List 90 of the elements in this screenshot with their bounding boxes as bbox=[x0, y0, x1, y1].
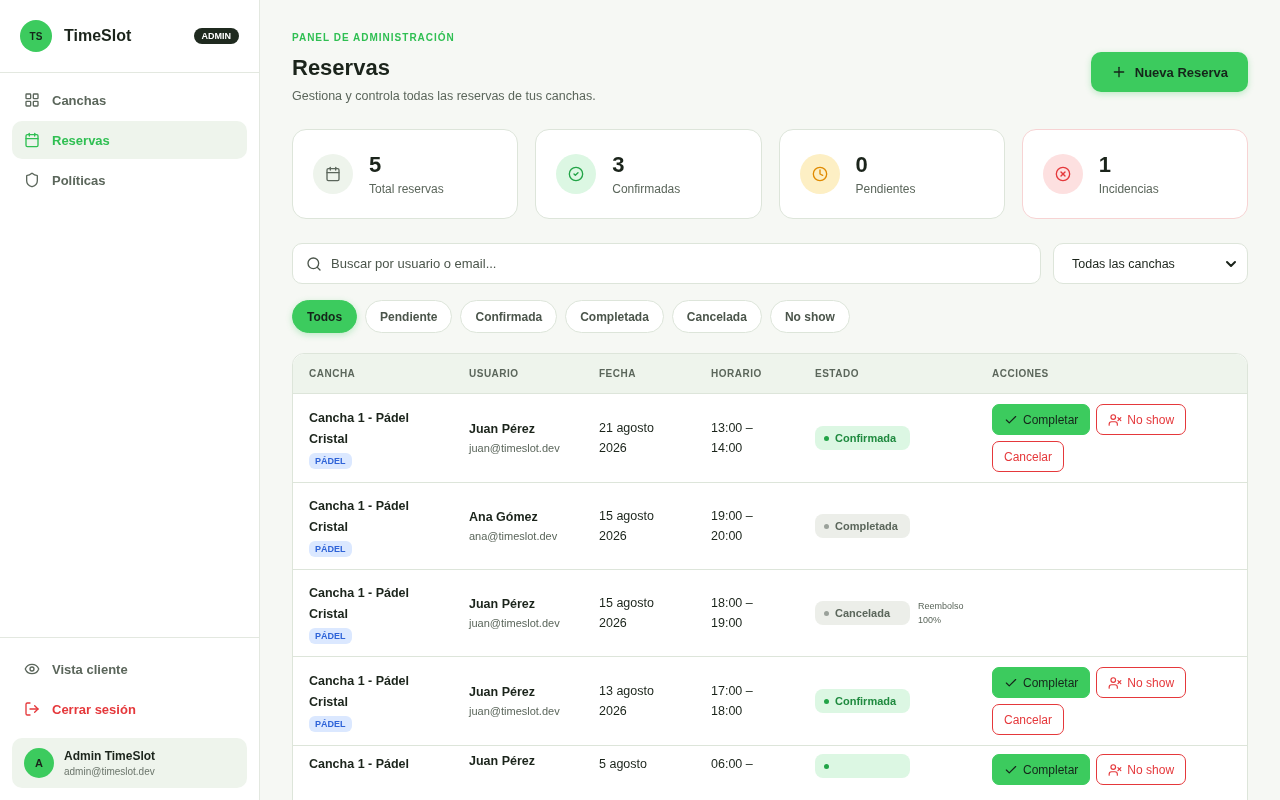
stat-label: Confirmadas bbox=[612, 182, 681, 196]
filter-chip[interactable]: Completada bbox=[565, 300, 664, 333]
logout-link[interactable]: Cerrar sesión bbox=[12, 690, 247, 728]
complete-button[interactable]: Completar bbox=[992, 404, 1091, 435]
calendar-icon bbox=[325, 166, 341, 182]
filter-chip[interactable]: Confirmada bbox=[460, 300, 558, 333]
user-name: Juan Pérez bbox=[469, 422, 536, 436]
booking-time: 13:00 – 14:00 bbox=[711, 420, 754, 457]
role-badge: ADMIN bbox=[193, 28, 239, 44]
court-name: Cancha 1 - Pádel Cristal bbox=[309, 672, 411, 711]
page-title: Reservas bbox=[292, 55, 391, 81]
user-email: admin@timeslot.dev bbox=[64, 766, 156, 777]
user-name: Admin TimeSlot bbox=[64, 749, 156, 763]
search-field[interactable]: Buscar por usuario o email... bbox=[292, 243, 1041, 284]
cancel-button[interactable]: Cancelar bbox=[992, 704, 1065, 735]
court-name: Cancha 1 - Pádel Cristal bbox=[309, 497, 411, 536]
court-name: Cancha 1 - Pádel bbox=[309, 756, 411, 773]
user-name: Juan Pérez bbox=[469, 685, 536, 699]
status-badge: Completada bbox=[815, 514, 910, 538]
filter-chip[interactable]: No show bbox=[769, 300, 850, 333]
user-name: Juan Pérez bbox=[469, 754, 536, 768]
stat-value: 5 bbox=[369, 152, 383, 178]
booking-date: 5 agosto bbox=[599, 756, 648, 773]
user-avatar: A bbox=[24, 748, 54, 778]
user-email: juan@timeslot.dev bbox=[469, 442, 561, 454]
court-name: Cancha 1 - Pádel Cristal bbox=[309, 584, 411, 623]
search-icon bbox=[306, 256, 322, 272]
x-circle-icon bbox=[1054, 166, 1071, 182]
booking-date: 21 agosto 2026 bbox=[599, 420, 655, 457]
stat-label: Pendientes bbox=[855, 182, 916, 196]
user-email: ana@timeslot.dev bbox=[469, 530, 559, 542]
sidebar-item[interactable]: Canchas bbox=[12, 81, 247, 119]
filter-chip[interactable]: Cancelada bbox=[671, 300, 762, 333]
stat-label: Total reservas bbox=[369, 182, 444, 196]
check-circle-icon bbox=[568, 166, 585, 182]
user-x-icon bbox=[1108, 412, 1123, 427]
cancel-button[interactable]: Cancelar bbox=[992, 441, 1065, 472]
user-name: Ana Gómez bbox=[469, 510, 539, 524]
new-booking-button[interactable]: Nueva Reserva bbox=[1090, 52, 1248, 92]
booking-date: 15 agosto 2026 bbox=[599, 595, 655, 632]
stat-value: 3 bbox=[612, 152, 626, 178]
booking-date: 13 agosto 2026 bbox=[599, 683, 655, 720]
sport-tag: PÁDEL bbox=[309, 715, 352, 732]
sport-tag: PÁDEL bbox=[309, 540, 352, 557]
column-header: FECHA bbox=[599, 368, 637, 379]
user-x-icon bbox=[1108, 675, 1123, 690]
filter-chip[interactable]: Todos bbox=[292, 300, 358, 333]
stat-value: 0 bbox=[855, 152, 869, 178]
clock-icon bbox=[811, 166, 828, 182]
column-header: USUARIO bbox=[469, 368, 520, 379]
court-select[interactable]: Todas las canchas bbox=[1053, 243, 1248, 284]
sidebar-link[interactable]: Vista cliente bbox=[12, 650, 247, 688]
status-badge: Confirmada bbox=[815, 426, 910, 450]
shield-icon bbox=[24, 172, 40, 188]
court-name: Cancha 1 - Pádel Cristal bbox=[309, 409, 411, 448]
column-header: ESTADO bbox=[815, 368, 860, 379]
user-x-icon bbox=[1108, 762, 1123, 777]
column-header: HORARIO bbox=[711, 368, 763, 379]
grid-icon bbox=[24, 92, 40, 108]
stat-value: 1 bbox=[1098, 152, 1112, 178]
booking-date: 15 agosto 2026 bbox=[599, 508, 655, 545]
booking-time: 19:00 – 20:00 bbox=[711, 508, 754, 545]
column-header: ACCIONES bbox=[992, 368, 1050, 379]
sidebar-item[interactable]: Políticas bbox=[12, 161, 247, 199]
user-email: juan@timeslot.dev bbox=[469, 617, 561, 629]
logout-icon bbox=[24, 701, 40, 717]
calendar-icon bbox=[24, 132, 40, 148]
page-subtitle: Gestiona y controla todas las reservas de tus canchas. bbox=[292, 89, 596, 103]
column-header: CANCHA bbox=[309, 368, 357, 379]
complete-button[interactable]: Completar bbox=[992, 667, 1091, 698]
booking-time: 18:00 – 19:00 bbox=[711, 595, 754, 632]
stat-label: Incidencias bbox=[1098, 182, 1159, 196]
booking-time: 06:00 – bbox=[711, 756, 754, 773]
status-badge: Confirmada bbox=[815, 689, 910, 713]
status-badge: Cancelada bbox=[815, 601, 910, 625]
sport-tag: PÁDEL bbox=[309, 627, 352, 644]
booking-time: 17:00 – 18:00 bbox=[711, 683, 754, 720]
user-name: Juan Pérez bbox=[469, 597, 536, 611]
brand-logo: TS bbox=[20, 20, 52, 52]
filter-chip[interactable]: Pendiente bbox=[365, 300, 453, 333]
no-show-button[interactable]: No show bbox=[1096, 667, 1187, 698]
section-eyebrow: PANEL DE ADMINISTRACIÓN bbox=[292, 32, 456, 43]
brand-name: TimeSlot bbox=[64, 27, 133, 45]
user-email: juan@timeslot.dev bbox=[469, 705, 561, 717]
refund-note: Reembolso 100% bbox=[918, 600, 965, 627]
complete-button[interactable]: Completar bbox=[992, 754, 1091, 785]
no-show-button[interactable]: No show bbox=[1096, 754, 1187, 785]
no-show-button[interactable]: No show bbox=[1096, 404, 1187, 435]
sport-tag: PÁDEL bbox=[309, 452, 352, 469]
eye-icon bbox=[24, 661, 40, 677]
